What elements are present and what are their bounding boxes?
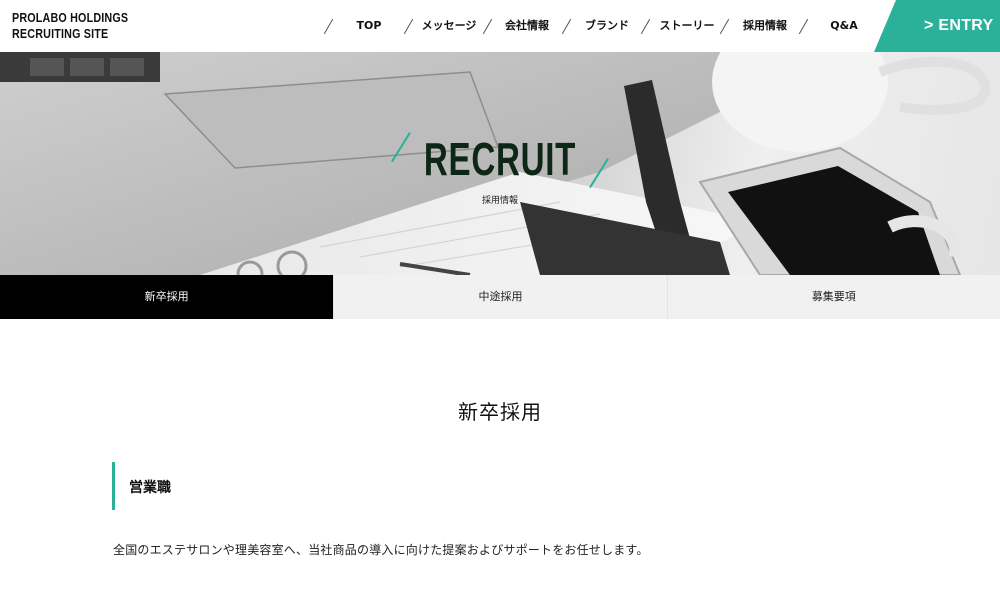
tab-mid-career[interactable]: 中途採用 bbox=[333, 275, 667, 319]
nav-item-message[interactable]: メッセージ bbox=[420, 0, 478, 52]
site-logo[interactable]: PROLABO HOLDINGS RECRUITING SITE bbox=[12, 10, 132, 42]
hero-subtitle: 採用情報 bbox=[481, 196, 518, 206]
job-heading: 営業職 bbox=[112, 462, 512, 510]
logo-line-1: PROLABO HOLDINGS bbox=[12, 11, 129, 25]
entry-button-label: > ENTRY bbox=[924, 17, 994, 34]
hero-title: RECRUIT bbox=[423, 133, 577, 185]
tab-new-graduate[interactable]: 新卒採用 bbox=[0, 275, 334, 319]
nav-item-brand[interactable]: ブランド bbox=[582, 0, 632, 52]
entry-button[interactable]: > ENTRY bbox=[874, 0, 1000, 52]
site-header: PROLABO HOLDINGS RECRUITING SITE TOP メッセ… bbox=[0, 0, 1000, 52]
job-title: 営業職 bbox=[129, 480, 171, 496]
nav-divider bbox=[323, 18, 334, 35]
nav-divider bbox=[719, 18, 730, 35]
nav-item-top[interactable]: TOP bbox=[348, 0, 390, 52]
nav-item-company[interactable]: 会社情報 bbox=[502, 0, 552, 52]
tab-requirements[interactable]: 募集要項 bbox=[666, 275, 1000, 319]
nav-divider bbox=[561, 18, 572, 35]
logo-line-2: RECRUITING SITE bbox=[12, 27, 109, 41]
hero-banner: RECRUIT 採用情報 bbox=[0, 52, 1000, 275]
recruit-tabs: 新卒採用 中途採用 募集要項 bbox=[0, 275, 1000, 319]
section-title: 新卒採用 bbox=[458, 400, 542, 424]
nav-divider bbox=[482, 18, 493, 35]
job-description: 全国のエステサロンや理美容室へ、当社商品の導入に向けた提案およびサポートをお任せ… bbox=[113, 543, 649, 557]
nav-divider bbox=[640, 18, 651, 35]
nav-item-qa[interactable]: Q&A bbox=[822, 0, 866, 52]
nav-divider bbox=[403, 18, 414, 35]
nav-item-recruit[interactable]: 採用情報 bbox=[740, 0, 790, 52]
nav-item-story[interactable]: ストーリー bbox=[656, 0, 718, 52]
nav-divider bbox=[798, 18, 809, 35]
global-nav: TOP メッセージ 会社情報 ブランド ストーリー 採用情報 Q&A bbox=[320, 0, 880, 52]
